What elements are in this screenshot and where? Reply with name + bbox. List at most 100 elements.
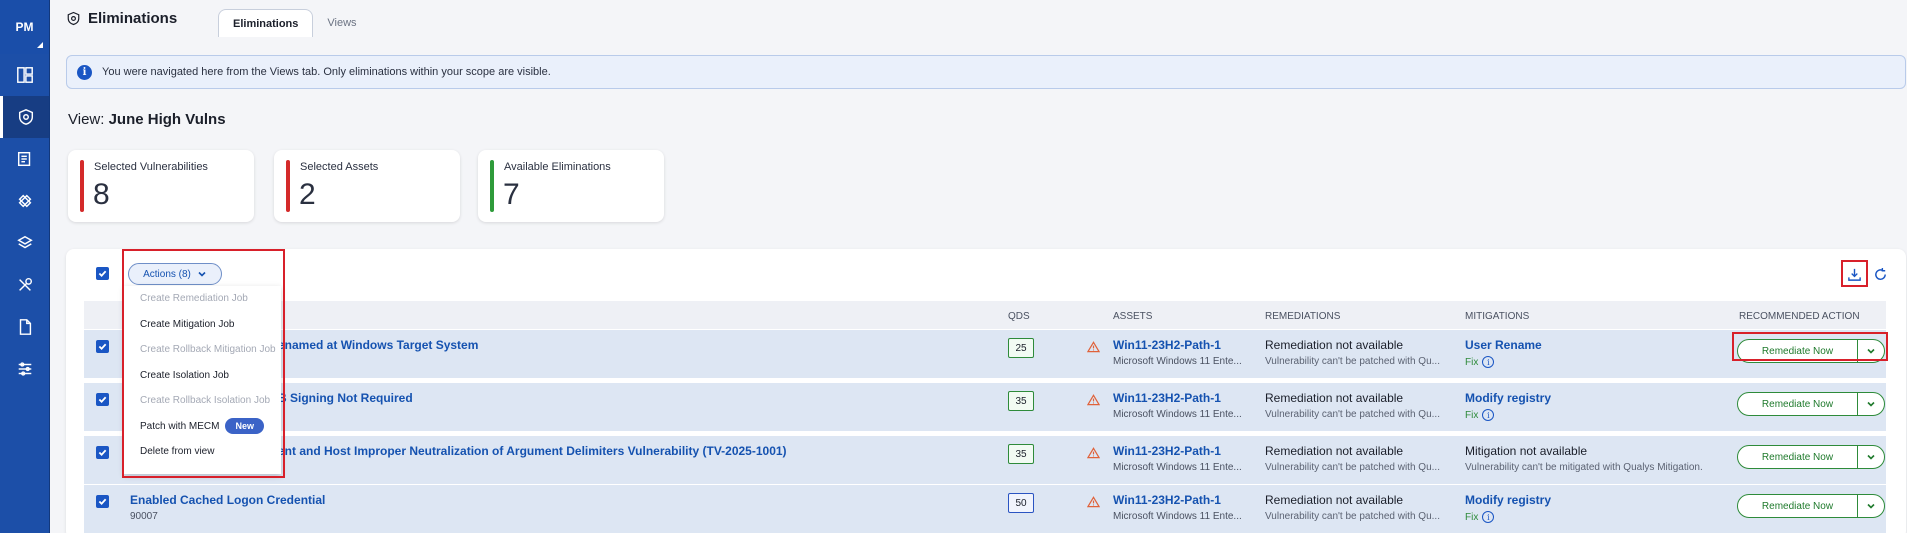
column-header-assets[interactable]: ASSETS [1113, 311, 1152, 322]
table-row[interactable]: ent and Host Improper Neutralization of … [84, 436, 1886, 485]
stat-color-bar [286, 160, 290, 212]
refresh-button[interactable] [1871, 265, 1889, 283]
stat-value: 2 [299, 178, 316, 211]
expand-corner-icon [37, 42, 43, 48]
sidebar-item-settings[interactable] [0, 348, 49, 390]
vulnerability-title-link[interactable]: B Signing Not Required [278, 391, 413, 405]
dashboard-icon [16, 67, 33, 83]
column-header-qds[interactable]: QDS [1008, 311, 1030, 322]
table-row[interactable]: enamed at Windows Target System 25 Win11… [84, 330, 1886, 379]
avatar-initials: PM [15, 20, 34, 34]
user-avatar[interactable]: PM [0, 0, 49, 54]
sidebar-item-eliminations[interactable] [0, 96, 49, 138]
remediate-now-button[interactable]: Remediate Now [1738, 393, 1858, 415]
mitigation-type-label: Fix [1465, 511, 1479, 523]
view-name: June High Vulns [108, 111, 226, 128]
qds-badge: 35 [1008, 444, 1034, 464]
mitigation-link[interactable]: Modify registry [1465, 493, 1551, 507]
row-checkbox[interactable] [96, 446, 109, 459]
document-icon [19, 319, 31, 335]
warning-icon [1087, 496, 1100, 508]
mitigation-type: Fix i [1465, 356, 1495, 368]
check-icon [98, 343, 107, 351]
shield-gear-icon [67, 11, 80, 26]
sidebar-item-jobs[interactable] [0, 138, 49, 180]
mitigation-link[interactable]: Modify registry [1465, 391, 1551, 405]
asset-os: Microsoft Windows 11 Ente... [1113, 409, 1242, 420]
chevron-down-icon [1867, 454, 1875, 460]
table-row[interactable]: Enabled Cached Logon Credential 90007 50… [84, 485, 1886, 533]
chevron-down-icon [1867, 503, 1875, 509]
stat-label: Available Eliminations [504, 161, 611, 173]
shield-gear-icon [18, 109, 34, 125]
stat-color-bar [490, 160, 494, 212]
asset-name-link[interactable]: Win11-23H2-Path-1 [1113, 493, 1221, 507]
asset-os: Microsoft Windows 11 Ente... [1113, 462, 1242, 473]
info-icon[interactable]: i [1482, 356, 1495, 368]
sidebar-item-reports[interactable] [0, 306, 49, 348]
stat-card-assets: Selected Assets 2 [274, 150, 460, 222]
recommended-action-split-button: Remediate Now [1737, 445, 1885, 469]
remediation-status: Remediation not available [1265, 493, 1404, 507]
vulnerability-title-link[interactable]: enamed at Windows Target System [278, 338, 478, 352]
asset-name-link[interactable]: Win11-23H2-Path-1 [1113, 444, 1221, 458]
vulnerability-title-link[interactable]: Enabled Cached Logon Credential [130, 493, 325, 507]
remediate-now-button[interactable]: Remediate Now [1738, 446, 1858, 468]
remediation-detail: Vulnerability can't be patched with Qu..… [1265, 409, 1440, 420]
check-icon [98, 270, 107, 278]
qds-badge: 50 [1008, 493, 1034, 513]
qds-badge: 25 [1008, 338, 1034, 358]
column-header-remediations[interactable]: REMEDIATIONS [1265, 311, 1340, 322]
mitigation-link[interactable]: User Rename [1465, 338, 1542, 352]
tab-views[interactable]: Views [313, 9, 370, 37]
info-icon: i [77, 64, 92, 80]
stat-value: 8 [93, 178, 110, 211]
check-icon [98, 449, 107, 457]
warning-icon [1087, 394, 1100, 406]
asset-name-link[interactable]: Win11-23H2-Path-1 [1113, 338, 1221, 352]
sidebar-item-patches[interactable] [0, 180, 49, 222]
qds-badge: 35 [1008, 391, 1034, 411]
select-all-checkbox[interactable] [96, 267, 109, 280]
view-title-prefix: View: [68, 111, 105, 128]
column-header-recommended-action[interactable]: RECOMMENDED ACTION [1739, 311, 1860, 322]
mitigation-type-label: Fix [1465, 409, 1479, 421]
column-header-mitigations[interactable]: MITIGATIONS [1465, 311, 1529, 322]
tab-bar: Eliminations Views [218, 9, 371, 37]
bandage-icon [18, 194, 31, 208]
highlight-download [1841, 260, 1868, 287]
asset-name-link[interactable]: Win11-23H2-Path-1 [1113, 391, 1221, 405]
sidebar-item-dashboard[interactable] [0, 54, 49, 96]
sidebar-item-tools[interactable] [0, 264, 49, 306]
asset-os: Microsoft Windows 11 Ente... [1113, 511, 1242, 522]
remediation-status: Remediation not available [1265, 338, 1404, 352]
sliders-icon [18, 362, 31, 376]
stat-label: Selected Vulnerabilities [94, 161, 208, 173]
warning-icon [1087, 447, 1100, 459]
check-icon [98, 396, 107, 404]
info-icon[interactable]: i [1482, 511, 1495, 523]
row-checkbox[interactable] [96, 495, 109, 508]
tab-eliminations[interactable]: Eliminations [218, 9, 314, 37]
recommended-action-dropdown[interactable] [1858, 495, 1884, 517]
page-title-text: Eliminations [88, 10, 178, 27]
stat-label: Selected Assets [300, 161, 379, 173]
vulnerability-title-link[interactable]: ent and Host Improper Neutralization of … [278, 444, 787, 458]
remediation-status: Remediation not available [1265, 444, 1404, 458]
highlight-actions-menu [122, 249, 285, 478]
sidebar-item-deployments[interactable] [0, 222, 49, 264]
recommended-action-dropdown[interactable] [1858, 393, 1884, 415]
remediation-detail: Vulnerability can't be patched with Qu..… [1265, 462, 1440, 473]
info-icon[interactable]: i [1482, 409, 1495, 421]
row-checkbox[interactable] [96, 340, 109, 353]
table-row[interactable]: B Signing Not Required 35 Win11-23H2-Pat… [84, 383, 1886, 432]
info-banner: i You were navigated here from the Views… [66, 55, 1906, 89]
mitigation-type: Fix i [1465, 409, 1495, 421]
asset-os: Microsoft Windows 11 Ente... [1113, 356, 1242, 367]
remediation-detail: Vulnerability can't be patched with Qu..… [1265, 511, 1440, 522]
remediate-now-button[interactable]: Remediate Now [1738, 495, 1858, 517]
table-header: QDS ASSETS REMEDIATIONS MITIGATIONS RECO… [84, 301, 1886, 329]
recommended-action-dropdown[interactable] [1858, 446, 1884, 468]
jobs-icon [17, 151, 30, 167]
row-checkbox[interactable] [96, 393, 109, 406]
